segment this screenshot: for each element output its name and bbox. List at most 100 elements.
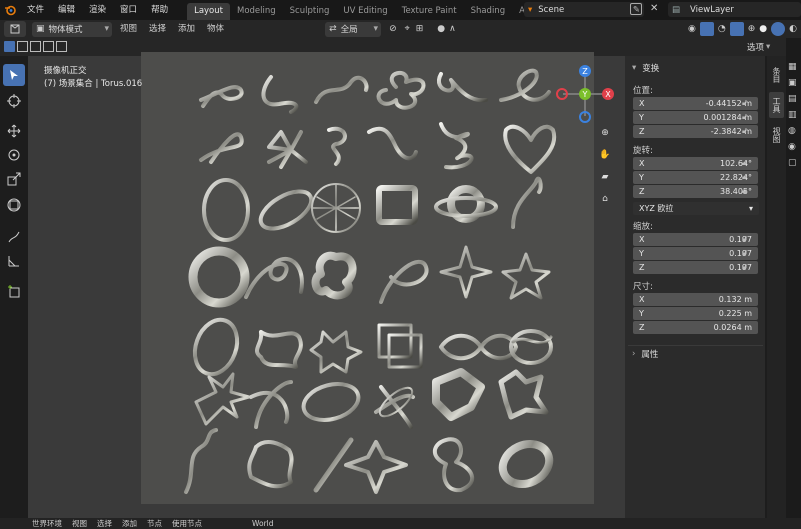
menu-edit[interactable]: 编辑 <box>51 0 82 20</box>
select-box-tool-icon[interactable] <box>3 64 25 86</box>
transform-orientation-dropdown[interactable]: ⇄ 全局 ▾ <box>325 21 382 37</box>
delete-scene-icon[interactable]: ✕ <box>650 3 658 15</box>
tab-tool[interactable]: 工具 <box>769 92 784 118</box>
menu-file[interactable]: 文件 <box>20 0 51 20</box>
menu-view[interactable]: 视图 <box>114 20 143 38</box>
camera-frame[interactable] <box>141 52 594 504</box>
view-layer-properties-icon[interactable]: ▥ <box>788 108 797 122</box>
location-y-field[interactable]: Y 0.001284 m <box>633 111 758 124</box>
proportional-edit-icon[interactable]: ● <box>437 24 445 34</box>
menu-select[interactable]: 选择 <box>143 20 172 38</box>
tab-uv-editing[interactable]: UV Editing <box>336 3 394 20</box>
pivot-icon[interactable]: ⊘ <box>389 24 397 34</box>
menu-node-bottom[interactable]: 节点 <box>147 518 162 529</box>
blender-logo-icon[interactable] <box>0 0 20 20</box>
wireframe-shading-icon[interactable]: ⊕ <box>748 24 756 34</box>
xray-icon[interactable] <box>729 22 744 36</box>
zoom-icon[interactable]: ⊕ <box>596 124 614 142</box>
object-properties-icon[interactable]: ▢ <box>788 156 797 170</box>
lock-icon[interactable]: 🔓︎ <box>742 158 752 168</box>
menu-select-bottom[interactable]: 选择 <box>97 518 112 529</box>
transform-tool-icon[interactable] <box>3 194 25 216</box>
material-shading-icon[interactable] <box>771 22 786 36</box>
dimensions-y-field[interactable]: Y 0.225 m <box>633 307 758 320</box>
mode-selector[interactable]: ▣ 物体模式 ▾ <box>32 21 112 37</box>
scene-properties-icon[interactable]: ◍ <box>788 124 796 138</box>
lock-icon[interactable]: 🔓︎ <box>742 112 752 122</box>
editor-type-icon[interactable] <box>4 21 26 37</box>
add-cube-tool-icon[interactable] <box>3 280 25 302</box>
tab-layout[interactable]: Layout <box>187 3 230 20</box>
lock-icon[interactable]: 🔓︎ <box>742 186 752 196</box>
cursor-tool-icon[interactable] <box>3 90 25 112</box>
tab-item[interactable]: 条目 <box>769 62 784 88</box>
tab-texture-paint[interactable]: Texture Paint <box>395 3 464 20</box>
lock-icon[interactable]: 🔓︎ <box>742 262 752 272</box>
location-x-field[interactable]: X -0.44152 m <box>633 97 758 110</box>
scale-z-field[interactable]: Z 0.197 <box>633 261 758 274</box>
select-extend-icon[interactable] <box>17 41 28 52</box>
tab-view[interactable]: 视图 <box>769 122 784 148</box>
rotation-x-field[interactable]: X 102.64° <box>633 157 758 170</box>
select-invert-icon[interactable] <box>43 41 54 52</box>
rotation-z-field[interactable]: Z 38.405° <box>633 185 758 198</box>
output-properties-icon[interactable]: ▤ <box>788 92 797 106</box>
move-tool-icon[interactable] <box>3 120 25 142</box>
new-scene-icon[interactable] <box>630 3 642 15</box>
measure-tool-icon[interactable] <box>3 250 25 272</box>
rotation-mode-label: XYZ 欧拉 <box>639 204 674 213</box>
world-properties-icon[interactable]: ◉ <box>788 140 796 154</box>
scale-y-field[interactable]: Y 0.197 <box>633 247 758 260</box>
tab-modeling[interactable]: Modeling <box>230 3 283 20</box>
menu-render[interactable]: 渲染 <box>82 0 113 20</box>
rendered-shading-icon[interactable]: ◐ <box>789 24 797 34</box>
view-layer-selector[interactable]: ▤ ViewLayer <box>668 2 801 17</box>
lock-icon[interactable]: 🔓︎ <box>742 126 752 136</box>
select-subtract-icon[interactable] <box>30 41 41 52</box>
world-selector[interactable]: World <box>252 519 274 528</box>
solid-shading-icon[interactable]: ● <box>759 24 767 34</box>
dimensions-z-field[interactable]: Z 0.0264 m <box>633 321 758 334</box>
render-properties-icon[interactable]: ▣ <box>788 76 797 90</box>
chrome-rock-1 <box>498 369 549 420</box>
select-intersect-icon[interactable] <box>56 41 67 52</box>
navigation-gizmo[interactable]: Z X Y <box>555 64 615 124</box>
use-nodes-checkbox[interactable]: 使用节点 <box>172 518 202 529</box>
visibility-icon[interactable]: ◉ <box>688 24 696 34</box>
snap-icon[interactable]: ⌖ <box>405 24 410 34</box>
options-dropdown[interactable]: 选项 ▾ <box>747 39 770 55</box>
gizmo-icon[interactable] <box>699 22 714 36</box>
lock-camera-icon[interactable]: ⌂ <box>596 190 614 208</box>
tool-properties-icon[interactable]: ▦ <box>788 60 797 74</box>
tab-shading[interactable]: Shading <box>464 3 513 20</box>
camera-view-icon[interactable]: ▰ <box>596 168 614 186</box>
transform-panel-header[interactable]: ▾ 变换 <box>628 60 763 76</box>
lock-icon[interactable]: 🔓︎ <box>742 98 752 108</box>
rotate-tool-icon[interactable] <box>3 144 25 166</box>
menu-add-bottom[interactable]: 添加 <box>122 518 137 529</box>
scale-x-field[interactable]: X 0.197 <box>633 233 758 246</box>
overlay-icon[interactable]: ◔ <box>718 24 726 34</box>
location-z-field[interactable]: Z -2.3842 m <box>633 125 758 138</box>
snap-target-icon[interactable]: ⊞ <box>416 24 424 34</box>
annotate-tool-icon[interactable] <box>3 226 25 248</box>
rotation-y-field[interactable]: Y 22.824° <box>633 171 758 184</box>
scale-tool-icon[interactable] <box>3 168 25 190</box>
rotation-mode-dropdown[interactable]: XYZ 欧拉 ▾ <box>633 202 759 215</box>
lock-icon[interactable]: 🔓︎ <box>742 234 752 244</box>
menu-add[interactable]: 添加 <box>172 20 201 38</box>
falloff-icon[interactable]: ∧ <box>449 24 456 34</box>
tab-sculpting[interactable]: Sculpting <box>283 3 337 20</box>
dimensions-x-field[interactable]: X 0.132 m <box>633 293 758 306</box>
properties-panel-header[interactable]: › 属性 <box>628 345 763 361</box>
lock-icon[interactable]: 🔓︎ <box>742 248 752 258</box>
lock-icon[interactable]: 🔓︎ <box>742 172 752 182</box>
world-env-dropdown[interactable]: 世界环境 <box>32 518 62 529</box>
pan-hand-icon[interactable]: ✋ <box>596 146 614 164</box>
select-new-icon[interactable] <box>4 41 15 52</box>
menu-object[interactable]: 物体 <box>201 20 230 38</box>
menu-help[interactable]: 帮助 <box>144 0 175 20</box>
menu-view-bottom[interactable]: 视图 <box>72 518 87 529</box>
scene-selector[interactable]: ▾ Scene ✎ <box>524 2 644 17</box>
menu-window[interactable]: 窗口 <box>113 0 144 20</box>
